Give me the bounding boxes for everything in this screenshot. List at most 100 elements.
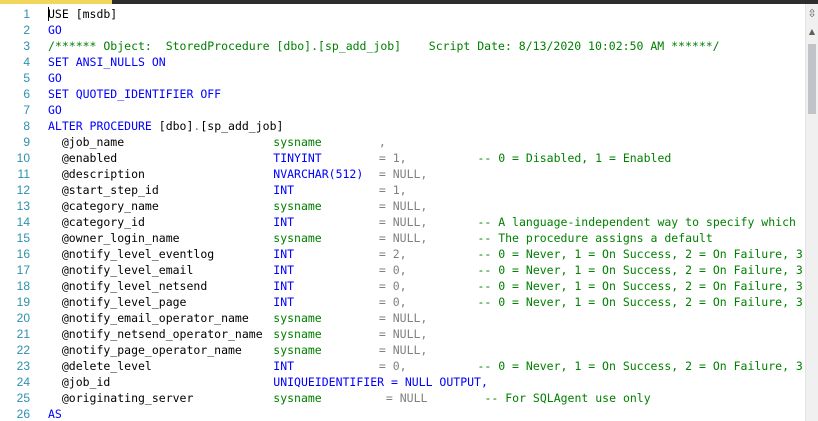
code-line[interactable]: 9 @job_name sysname, <box>0 134 806 150</box>
code-token: SET QUOTED_IDENTIFIER OFF <box>48 87 222 101</box>
code-line[interactable]: 4 SET ANSI_NULLS ON <box>0 54 806 70</box>
line-number: 18 <box>16 279 30 293</box>
document-tab-strip <box>0 0 818 4</box>
parameter-name: @description <box>48 167 145 181</box>
parameter-type: UNIQUEIDENTIFIER = NULL OUTPUT, <box>273 375 488 389</box>
line-number: 1 <box>23 7 30 21</box>
parameter-type: sysname <box>273 231 322 245</box>
split-handle-icon[interactable]: ⇳ <box>806 8 818 20</box>
code-line[interactable]: 5 GO <box>0 70 806 86</box>
line-number: 26 <box>16 407 30 421</box>
parameter-name: @job_name <box>48 135 125 149</box>
parameter-default: = NULL, <box>378 167 428 181</box>
code-text: GO <box>48 70 62 86</box>
parameter-name: @notify_email_operator_name <box>48 311 249 325</box>
code-line[interactable]: 18 @notify_level_netsend INT = 0, -- 0 = Ne… <box>0 278 806 294</box>
parameter-type: sysname <box>273 391 322 405</box>
parameter-default: = 0, <box>378 263 407 277</box>
parameter-name: @owner_login_name <box>48 231 180 245</box>
parameter-type: sysname <box>273 199 322 213</box>
line-number: 5 <box>23 71 30 85</box>
parameter-name: @job_id <box>48 375 111 389</box>
parameter-name: @category_id <box>48 215 145 229</box>
code-line[interactable]: 14 @category_id INT = NULL, -- A language-i… <box>0 214 806 230</box>
code-line[interactable]: 10 @enabled TINYINT = 1, -- 0 = Disabled, 1… <box>0 150 806 166</box>
scrollbar-thumb[interactable] <box>808 44 816 114</box>
parameter-type: INT <box>273 279 295 293</box>
code-line[interactable]: 26 AS <box>0 406 806 421</box>
parameter-default: = 1, <box>378 151 407 165</box>
code-line[interactable]: 25 @originating_server sysname = NULL -- Fo… <box>0 390 806 406</box>
code-token: USE [msdb] <box>48 7 118 21</box>
parameter-type: INT <box>273 263 295 277</box>
parameter-comment: -- 0 = Never, 1 = On Success, 2 = On Fai… <box>477 263 803 277</box>
parameter-default: = NULL, <box>378 199 428 213</box>
code-line[interactable]: 7 GO <box>0 102 806 118</box>
code-line[interactable]: 2 GO <box>0 22 806 38</box>
code-token: AS <box>48 407 62 421</box>
parameter-default: = 1, <box>378 183 407 197</box>
code-line[interactable]: 24 @job_id UNIQUEIDENTIFIER = NULL OUTPUT… <box>0 374 806 390</box>
line-number: 20 <box>16 311 30 325</box>
parameter-name: @category_name <box>48 199 159 213</box>
parameter-type: INT <box>273 359 295 373</box>
line-number: 6 <box>23 87 30 101</box>
parameter-name: @notify_level_netsend <box>48 279 208 293</box>
parameter-default: = NULL, <box>378 343 428 357</box>
code-line[interactable]: 3 /****** Object: StoredProcedure [dbo].[… <box>0 38 806 54</box>
parameter-comment: -- 0 = Never, 1 = On Success, 2 = On Fai… <box>477 295 803 309</box>
code-token: [sp_add_job] <box>200 119 284 133</box>
chevron-up-icon[interactable]: ▲ <box>806 26 818 38</box>
line-number: 7 <box>23 103 30 117</box>
line-number: 17 <box>16 263 30 277</box>
parameter-default: , <box>378 135 386 149</box>
parameter-default: = NULL, <box>378 231 428 245</box>
parameter-comment: -- 0 = Disabled, 1 = Enabled <box>477 151 672 165</box>
parameter-name: @originating_server <box>48 391 194 405</box>
code-line[interactable]: 15 @owner_login_name sysname = NULL, -- The… <box>0 230 806 246</box>
parameter-default: = 2, <box>378 247 407 261</box>
text-caret <box>48 7 49 21</box>
parameter-name: @enabled <box>48 151 118 165</box>
code-line[interactable]: 11 @description NVARCHAR(512) = NULL, <box>0 166 806 182</box>
line-number: 12 <box>16 183 30 197</box>
code-token: GO <box>48 103 62 117</box>
parameter-comment: -- 0 = Never, 1 = On Success, 2 = On Fai… <box>477 279 803 293</box>
code-line[interactable]: 12 @start_step_id INT = 1, <box>0 182 806 198</box>
code-line[interactable]: 21 @notify_netsend_operator_name sysname =… <box>0 326 806 342</box>
parameter-name: @notify_level_page <box>48 295 187 309</box>
parameter-name: @notify_netsend_operator_name <box>48 327 263 341</box>
parameter-name: @notify_level_email <box>48 263 194 277</box>
parameter-comment: -- 0 = Never, 1 = On Success, 2 = On Fai… <box>477 359 803 373</box>
code-line[interactable]: 16 @notify_level_eventlog INT = 2, -- 0 = N… <box>0 246 806 262</box>
code-line[interactable]: 19 @notify_level_page INT = 0, -- 0 = Never… <box>0 294 806 310</box>
line-number: 3 <box>23 39 30 53</box>
parameter-default: = NULL <box>385 391 428 405</box>
code-line[interactable]: 8 ALTER PROCEDURE [dbo].[sp_add_job] <box>0 118 806 134</box>
parameter-name: @notify_level_eventlog <box>48 247 215 261</box>
code-line[interactable]: 6 SET QUOTED_IDENTIFIER OFF <box>0 86 806 102</box>
code-token: ALTER PROCEDURE <box>48 119 159 133</box>
code-token: [dbo] <box>158 119 194 133</box>
code-line[interactable]: 17 @notify_level_email INT = 0, -- 0 = Neve… <box>0 262 806 278</box>
code-text: USE [msdb] <box>48 6 117 22</box>
code-line[interactable]: 22 @notify_page_operator_name sysname = NU… <box>0 342 806 358</box>
parameter-default: = NULL, <box>378 327 428 341</box>
parameter-type: sysname <box>273 343 322 357</box>
parameter-comment: -- The procedure assigns a default <box>477 231 713 245</box>
code-line[interactable]: 1 USE [msdb] <box>0 6 806 22</box>
line-number: 16 <box>16 247 30 261</box>
code-editor[interactable]: 1 USE [msdb] 2 GO 3 /****** Object: StoredPro… <box>0 6 806 421</box>
code-line[interactable]: 23 @delete_level INT = 0, -- 0 = Never, 1 =… <box>0 358 806 374</box>
parameter-name: @start_step_id <box>48 183 159 197</box>
vertical-scrollbar[interactable]: ⇳ ▲ <box>805 4 818 421</box>
line-number: 25 <box>16 391 30 405</box>
parameter-name: @notify_page_operator_name <box>48 343 242 357</box>
parameter-type: NVARCHAR(512) <box>273 167 364 181</box>
parameter-type: INT <box>273 183 295 197</box>
parameter-comment: -- 0 = Never, 1 = On Success, 2 = On Fai… <box>477 247 803 261</box>
line-number: 15 <box>16 231 30 245</box>
code-text: AS <box>48 406 62 421</box>
code-line[interactable]: 20 @notify_email_operator_name sysname = N… <box>0 310 806 326</box>
code-line[interactable]: 13 @category_name sysname = NULL, <box>0 198 806 214</box>
